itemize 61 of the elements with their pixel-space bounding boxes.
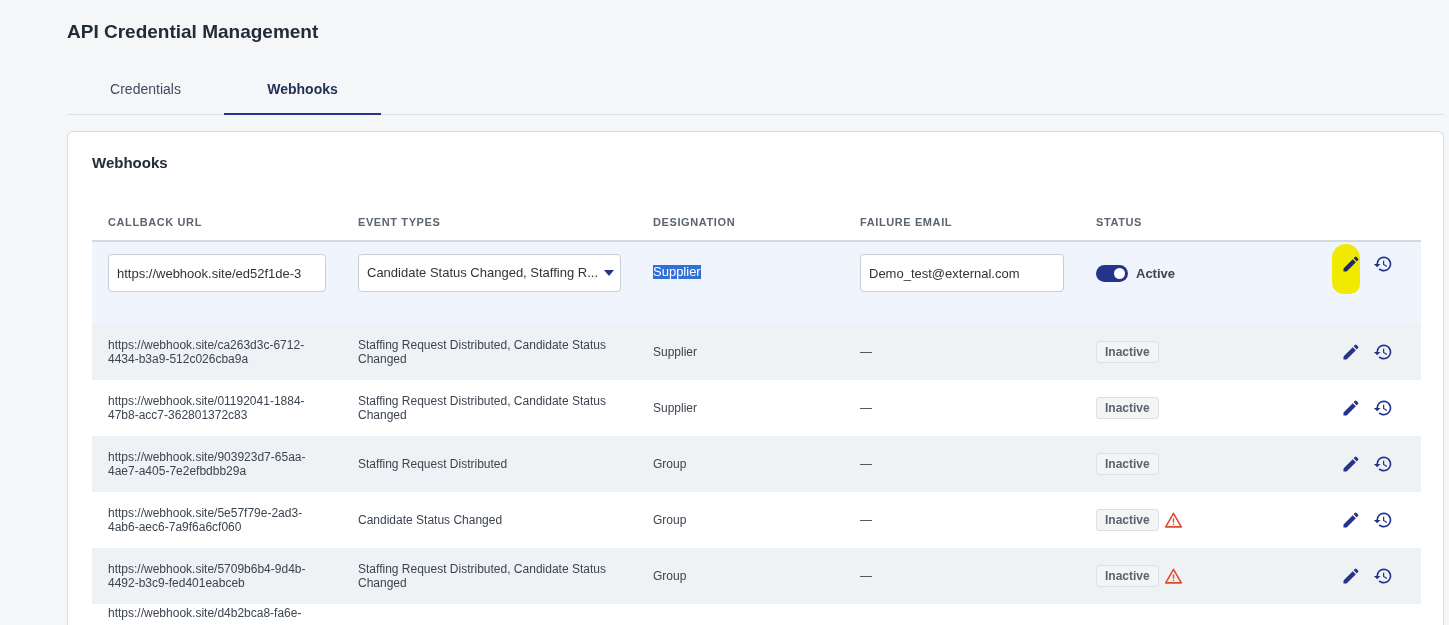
history-button[interactable] bbox=[1373, 398, 1393, 418]
event-types-dropdown[interactable]: Candidate Status Changed, Staffing R... bbox=[358, 254, 621, 292]
failure-email-text: — bbox=[860, 513, 872, 527]
event-types-text: Staffing Request Distributed, Candidate Status Changed bbox=[358, 394, 607, 422]
callback-url-text: https://webhook.site/01192041-1884-47b8-acc7-362801372c83 bbox=[108, 394, 306, 422]
pencil-icon bbox=[1341, 566, 1361, 586]
status-label: Active bbox=[1136, 266, 1176, 281]
status-badge: Inactive bbox=[1096, 565, 1159, 587]
edit-button[interactable] bbox=[1341, 342, 1361, 362]
tab[interactable]: Credentials bbox=[67, 69, 224, 115]
history-icon bbox=[1373, 510, 1393, 530]
designation-text: Supplier bbox=[653, 265, 701, 279]
history-button[interactable] bbox=[1373, 566, 1393, 586]
designation-text: Group bbox=[653, 513, 687, 527]
designation-text: Group bbox=[653, 569, 687, 583]
failure-email-field[interactable]: Demo_test@external.com bbox=[860, 254, 1064, 292]
history-icon bbox=[1373, 566, 1393, 586]
edit-button[interactable] bbox=[1341, 566, 1361, 586]
history-button[interactable] bbox=[1373, 510, 1393, 530]
status-badge: Inactive bbox=[1096, 341, 1159, 363]
designation-text: Supplier bbox=[653, 401, 698, 415]
status-badge: Inactive bbox=[1096, 397, 1159, 419]
history-icon bbox=[1373, 342, 1393, 362]
event-types-text: Staffing Request Distributed bbox=[358, 457, 508, 471]
event-types-text: Staffing Request Distributed, Candidate Status Changed bbox=[358, 338, 607, 366]
pencil-icon bbox=[1341, 510, 1361, 530]
history-icon bbox=[1373, 254, 1393, 274]
status-badge: Inactive bbox=[1096, 509, 1159, 531]
edit-button[interactable] bbox=[1341, 454, 1361, 474]
tab[interactable]: Webhooks bbox=[224, 69, 381, 115]
history-button[interactable] bbox=[1373, 342, 1393, 362]
failure-email-text: — bbox=[860, 401, 872, 415]
failure-email-text: — bbox=[860, 569, 872, 583]
pencil-icon bbox=[1341, 254, 1361, 274]
history-icon bbox=[1373, 398, 1393, 418]
callback-url-text: https://webhook.site/d4b2bca8-fa6e- bbox=[108, 606, 302, 620]
page-title: API Credential Management bbox=[67, 20, 320, 43]
pencil-icon bbox=[1341, 454, 1361, 474]
designation-text: Supplier bbox=[653, 345, 698, 359]
callback-url-text: https://webhook.site/903923d7-65aa-4ae7-a405-7e2efbdbb29a bbox=[108, 450, 307, 478]
status-toggle[interactable] bbox=[1096, 265, 1128, 282]
edit-button[interactable] bbox=[1341, 398, 1361, 418]
history-button[interactable] bbox=[1373, 254, 1393, 274]
designation-text: Group bbox=[653, 457, 687, 471]
event-types-text: Candidate Status Changed bbox=[358, 513, 503, 527]
callback-url-text: https://webhook.site/5709b6b4-9d4b-4492-b3c9-fed401eabceb bbox=[108, 562, 307, 590]
pencil-icon bbox=[1341, 398, 1361, 418]
callback-url-text: https://webhook.site/5e57f79e-2ad3-4ab6-aec6-7a9f6a6cf060 bbox=[108, 506, 304, 534]
status-badge: Inactive bbox=[1096, 453, 1159, 475]
pencil-icon bbox=[1341, 342, 1361, 362]
callback-url-field[interactable]: https://webhook.site/ed52f1de-3 bbox=[108, 254, 326, 292]
failure-email-text: — bbox=[860, 345, 872, 359]
edit-button[interactable] bbox=[1341, 254, 1361, 274]
history-icon bbox=[1373, 454, 1393, 474]
history-button[interactable] bbox=[1373, 454, 1393, 474]
failure-email-text: — bbox=[860, 457, 872, 471]
event-types-text: Staffing Request Distributed, Candidate Status Changed bbox=[358, 562, 607, 590]
caret-icon bbox=[604, 270, 615, 276]
edit-button[interactable] bbox=[1341, 510, 1361, 530]
card-title: Webhooks bbox=[92, 154, 169, 171]
callback-url-text: https://webhook.site/ca263d3c-6712-4434-b3a9-512c026cba9a bbox=[108, 338, 306, 366]
